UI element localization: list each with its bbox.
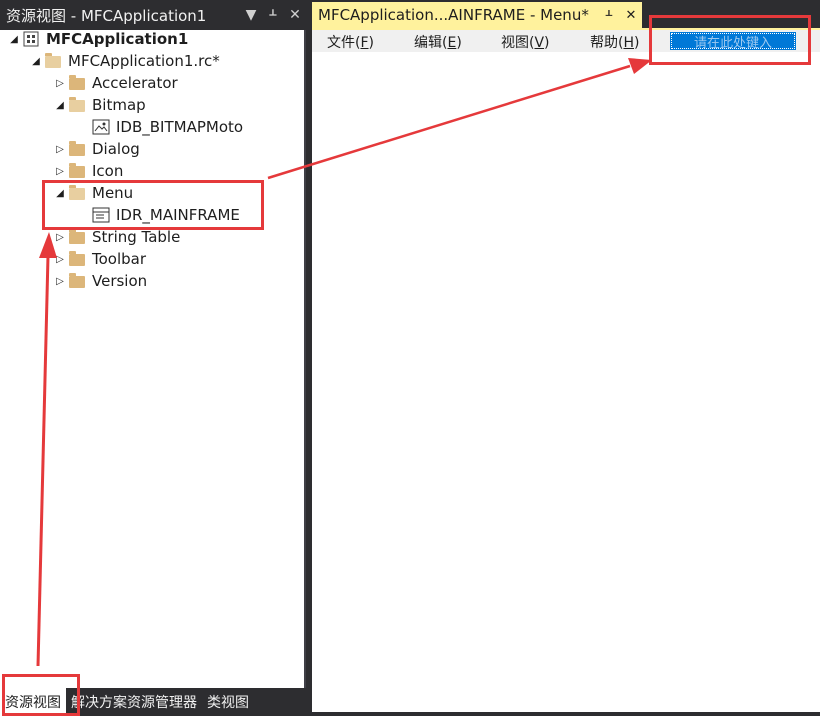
arrow-to-type-here	[267, 58, 652, 180]
annotation-arrows	[36, 58, 652, 667]
arrow-to-menu-tree	[36, 232, 57, 667]
